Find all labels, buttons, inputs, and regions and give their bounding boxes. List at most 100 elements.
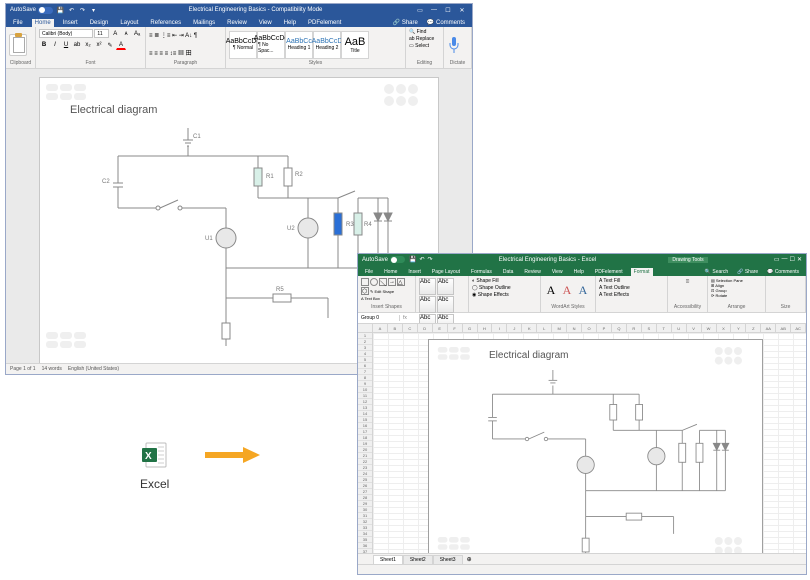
italic-icon[interactable]: I	[50, 40, 60, 50]
save-icon[interactable]: 💾	[57, 7, 64, 14]
shape-style-2[interactable]: Abc	[437, 278, 454, 295]
column-header[interactable]: D	[418, 324, 433, 332]
column-header[interactable]: V	[687, 324, 702, 332]
clear-format-icon[interactable]: Aₐ	[132, 29, 142, 39]
replace-button[interactable]: ab Replace	[409, 36, 434, 42]
tab-view[interactable]: View	[256, 19, 275, 27]
tab-insert[interactable]: Insert	[60, 19, 81, 27]
column-header[interactable]: I	[492, 324, 507, 332]
style-heading1[interactable]: AaBbCcHeading 1	[285, 31, 313, 59]
shape-triangle-icon[interactable]: △	[397, 278, 405, 286]
underline-icon[interactable]: U	[61, 40, 71, 50]
status-page[interactable]: Page 1 of 1	[10, 366, 36, 372]
save-icon[interactable]: 💾	[409, 256, 416, 263]
ribbon-options-icon[interactable]: ▭	[414, 5, 426, 15]
toggle-off-icon[interactable]	[390, 256, 405, 263]
share-button[interactable]: 🔗 Share	[390, 18, 421, 27]
tab-help[interactable]: Help	[281, 19, 299, 27]
shape-arrow-icon[interactable]: →	[388, 278, 396, 286]
dictate-button[interactable]	[447, 36, 461, 54]
shape-effects-button[interactable]: ◉ Shape Effects	[472, 292, 509, 298]
tab-pdfelement[interactable]: PDFelement	[305, 19, 344, 27]
column-header[interactable]: R	[627, 324, 642, 332]
column-header[interactable]: U	[672, 324, 687, 332]
sheet-tab-3[interactable]: Sheet3	[433, 555, 463, 564]
spacing-icon[interactable]: ↕≡	[170, 51, 177, 57]
text-outline-button[interactable]: A Text Outline	[599, 285, 630, 291]
shape-callout-icon[interactable]: ⬡	[361, 287, 369, 295]
sort-icon[interactable]: A↓	[185, 33, 192, 39]
strike-icon[interactable]: ab	[72, 40, 82, 50]
column-header[interactable]: G	[463, 324, 478, 332]
column-header[interactable]: Q	[612, 324, 627, 332]
style-heading2[interactable]: AaBbCcDHeading 2	[313, 31, 341, 59]
font-name-select[interactable]: Calibri (Body)	[39, 29, 93, 38]
tab-home[interactable]: Home	[32, 19, 54, 27]
shape-rect-icon[interactable]	[361, 278, 369, 286]
minimize-icon[interactable]: —	[428, 5, 440, 15]
sheet-tab-2[interactable]: Sheet2	[403, 555, 433, 564]
edit-shape-button[interactable]: ✎ Edit Shape	[370, 289, 394, 294]
wordart-style-2[interactable]: A	[560, 283, 574, 299]
bold-icon[interactable]: B	[39, 40, 49, 50]
align-left-icon[interactable]: ≡	[149, 51, 153, 57]
column-header[interactable]: H	[478, 324, 493, 332]
fx-icon[interactable]: fx	[400, 315, 410, 321]
redo-icon[interactable]: ↷	[79, 7, 86, 14]
column-header[interactable]: F	[448, 324, 463, 332]
ribbon-options-icon[interactable]: ▭	[774, 256, 780, 263]
highlight-icon[interactable]: ✎	[105, 40, 115, 50]
tab-insert[interactable]: Insert	[405, 268, 424, 276]
show-marks-icon[interactable]: ¶	[194, 33, 197, 39]
tab-design[interactable]: Design	[87, 19, 112, 27]
tab-data[interactable]: Data	[500, 268, 517, 276]
shading-icon[interactable]: ▦	[178, 51, 184, 57]
column-header[interactable]: T	[657, 324, 672, 332]
column-header[interactable]: N	[567, 324, 582, 332]
excel-titlebar[interactable]: AutoSave 💾 ↶ ↷ Electrical Engineering Ba…	[358, 254, 806, 265]
column-header[interactable]: AC	[791, 324, 806, 332]
new-sheet-icon[interactable]: ⊕	[463, 556, 476, 563]
text-effects-button[interactable]: A Text Effects	[599, 292, 629, 298]
undo-icon[interactable]: ↶	[420, 256, 425, 263]
style-title[interactable]: AaBTitle	[341, 31, 369, 59]
multilevel-icon[interactable]: ⋮≡	[161, 33, 171, 39]
column-header[interactable]: J	[507, 324, 522, 332]
select-button[interactable]: ▭ Select	[409, 43, 429, 49]
undo-icon[interactable]: ↶	[68, 7, 75, 14]
column-header[interactable]: A	[373, 324, 388, 332]
justify-icon[interactable]: ≡	[165, 51, 169, 57]
tab-review[interactable]: Review	[521, 268, 543, 276]
tab-formulas[interactable]: Formulas	[468, 268, 495, 276]
cell-grid[interactable]: Electrical diagram	[373, 333, 806, 553]
tab-home[interactable]: Home	[381, 268, 400, 276]
alt-text-button[interactable]: ◫	[686, 278, 690, 283]
qat-dropdown-icon[interactable]: ▾	[90, 7, 97, 14]
decrease-indent-icon[interactable]: ⇤	[172, 33, 177, 39]
align-center-icon[interactable]: ≡	[154, 51, 158, 57]
toggle-off-icon[interactable]	[38, 7, 53, 14]
comments-button[interactable]: 💬 Comments	[424, 18, 468, 27]
increase-indent-icon[interactable]: ⇥	[179, 33, 184, 39]
minimize-icon[interactable]: —	[782, 256, 788, 263]
rotate-button[interactable]: ⟳ Rotate	[711, 293, 727, 298]
text-box-button[interactable]: A Text Box	[361, 296, 380, 301]
font-size-select[interactable]: 11	[94, 29, 109, 38]
redo-icon[interactable]: ↷	[428, 256, 433, 263]
shape-line-icon[interactable]: ＼	[379, 278, 387, 286]
bullets-icon[interactable]: ≡	[149, 33, 153, 39]
tab-file[interactable]: File	[10, 19, 26, 27]
shape-outline-button[interactable]: ◯ Shape Outline	[472, 285, 511, 291]
maximize-icon[interactable]: ☐	[442, 5, 454, 15]
tab-review[interactable]: Review	[224, 19, 250, 27]
text-fill-button[interactable]: A Text Fill	[599, 278, 620, 284]
shape-style-1[interactable]: Abc	[419, 278, 436, 295]
column-header[interactable]: E	[433, 324, 448, 332]
find-button[interactable]: 🔍 Find	[409, 29, 426, 35]
tab-help[interactable]: Help	[571, 268, 587, 276]
shape-style-4[interactable]: Abc	[437, 296, 454, 313]
worksheet-area[interactable]: ABCDEFGHIJKLMNOPQRSTUVWXYZAAABAC 1234567…	[358, 324, 806, 553]
decrease-font-icon[interactable]: ᴀ	[121, 29, 131, 39]
font-color-icon[interactable]: A	[116, 40, 126, 50]
column-header[interactable]: S	[642, 324, 657, 332]
